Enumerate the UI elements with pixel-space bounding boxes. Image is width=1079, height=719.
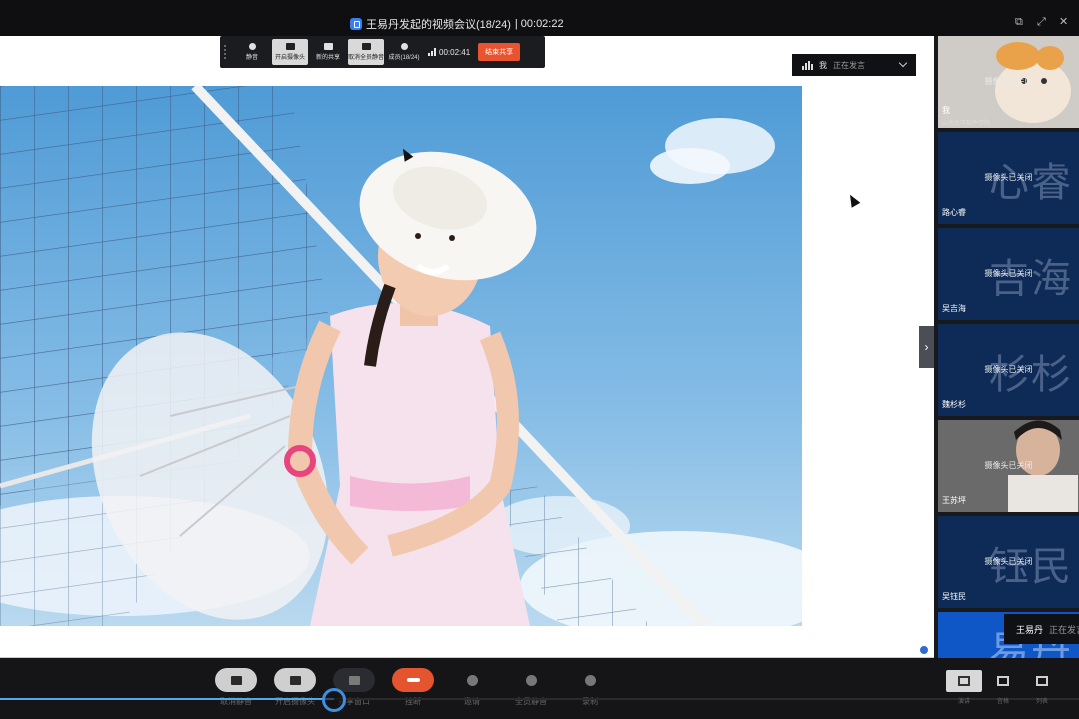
camera-off-text: 摄像头已关闭 (984, 77, 1033, 86)
participant-tile[interactable]: 心睿 摄像头已关闭 路心睿 (938, 132, 1079, 224)
view-speaker-button[interactable] (946, 670, 982, 692)
hangup-icon (406, 678, 420, 682)
fullscreen-icon[interactable]: ⤢ (1037, 17, 1047, 28)
progress-knob[interactable] (322, 688, 346, 712)
title-bar: 王易丹发起的视频会议(18/24) | 00:02:22 ⧉ ⤢ ✕ (0, 0, 1079, 36)
shield-icon (350, 18, 362, 30)
speaker-view-icon (958, 676, 970, 686)
close-icon[interactable]: ✕ (1059, 17, 1069, 28)
window-title: 王易丹发起的视频会议(18/24) | 00:02:22 (350, 16, 564, 32)
share-window-icon (348, 675, 360, 685)
camera-icon (285, 43, 295, 50)
toolbar-unmute-all-button[interactable]: 取消全员静音 (348, 39, 384, 65)
audio-level-icon (802, 60, 813, 70)
invite-button[interactable] (451, 668, 493, 692)
status-dot-icon (918, 644, 930, 656)
progress-fill (0, 698, 334, 700)
participant-name: 路心睿 (942, 208, 966, 217)
view-speaker-label: 演讲 (957, 699, 971, 705)
camera-off-text: 摄像头已关闭 (984, 461, 1033, 470)
elapsed-time: | 00:02:22 (514, 18, 564, 30)
speaker-name: 王易丹 (1016, 624, 1044, 635)
share-icon (323, 43, 333, 50)
participant-name: 魏杉杉 (942, 400, 966, 409)
mute-all-button[interactable] (510, 668, 552, 692)
invite-icon (466, 674, 478, 686)
hangup-button[interactable] (392, 668, 434, 692)
speaker-popup: 王易丹 正在发言 (1004, 614, 1079, 644)
participant-tile[interactable]: 摄像头已关闭 我 山东大学软件学院 (938, 36, 1079, 128)
camera-off-text: 摄像头已关闭 (984, 173, 1033, 182)
members-icon (400, 43, 408, 50)
chevron-down-icon (898, 58, 908, 68)
speaker-status: 正在发言 (1049, 624, 1079, 635)
toolbar-mute-button[interactable]: 静音 (234, 39, 270, 65)
view-grid-label: 宫格 (996, 699, 1010, 705)
end-share-button[interactable]: 结束共享 (478, 43, 521, 61)
unmute-button[interactable] (215, 668, 257, 692)
chevron-right-icon: › (924, 340, 929, 354)
shared-photo (0, 86, 802, 626)
camera-icon (289, 675, 301, 685)
shared-screen-area (0, 36, 934, 658)
camera-off-text: 摄像头已关闭 (984, 557, 1033, 566)
toolbar-new-share-label: 新的共享 (315, 55, 340, 61)
participant-tile[interactable]: 吉海 摄像头已关闭 吴吉海 (938, 228, 1079, 320)
record-icon (584, 674, 596, 686)
camera-off-text: 摄像头已关闭 (984, 269, 1033, 278)
window-title-text: 王易丹发起的视频会议(18/24) (366, 19, 511, 31)
toolbar-timer: 00:02:41 (428, 48, 470, 57)
toolbar-unmute-all-label: 取消全员静音 (348, 55, 385, 61)
participant-panel: 摄像头已关闭 我 山东大学软件学院 心睿 摄像头已关闭 路心睿 吉海 摄像头已关… (934, 36, 1079, 658)
camera-off-text: 摄像头已关闭 (984, 365, 1033, 374)
participant-name: 王苏坪 (942, 496, 966, 505)
record-button[interactable] (569, 668, 611, 692)
participant-name: 吴钰民 (942, 592, 966, 601)
drag-handle-icon[interactable] (224, 45, 228, 59)
signal-icon (428, 48, 436, 56)
bottom-toolbar: 取消静音 开启摄像头 共享窗口 挂断 邀请 全员静音 录制 演讲 宫格 列表 (0, 658, 1079, 719)
toolbar-timer-text: 00:02:41 (439, 47, 471, 57)
toolbar-camera-label: 开启摄像头 (274, 55, 305, 61)
share-toolbar: 静音 开启摄像头 新的共享 取消全员静音 成员(18/24) 00:02:41 … (220, 36, 545, 68)
window-controls: ⧉ ⤢ ✕ (1015, 17, 1069, 28)
mute-all-icon (525, 674, 537, 686)
toolbar-mute-label: 静音 (245, 55, 258, 61)
panel-toggle-button[interactable]: › (919, 326, 934, 368)
participant-org: 山东大学软件学院 (942, 121, 991, 127)
participant-tile[interactable]: 摄像头已关闭 王苏坪 (938, 420, 1079, 512)
popout-icon[interactable]: ⧉ (1015, 17, 1025, 28)
mic-off-icon (230, 675, 242, 685)
participant-name: 吴吉海 (942, 304, 966, 313)
list-view-icon (1036, 676, 1048, 686)
view-list-label: 列表 (1035, 699, 1049, 705)
camera-button[interactable] (274, 668, 316, 692)
view-grid-button[interactable] (985, 670, 1021, 692)
unmute-all-icon (361, 43, 371, 50)
view-list-button[interactable] (1024, 670, 1060, 692)
toolbar-new-share-button[interactable]: 新的共享 (310, 39, 346, 65)
toolbar-members-button[interactable]: 成员(18/24) (386, 39, 422, 65)
toolbar-camera-button[interactable]: 开启摄像头 (272, 39, 308, 65)
speaking-name: 我 (819, 60, 827, 70)
participant-tile[interactable]: 钰民 摄像头已关闭 吴钰民 (938, 516, 1079, 608)
speaking-status: 正在发言 (833, 60, 865, 70)
participant-name: 我 (942, 106, 950, 115)
speaking-indicator[interactable]: 我 正在发言 (792, 54, 916, 76)
grid-view-icon (997, 676, 1009, 686)
mic-icon (248, 43, 256, 50)
toolbar-members-label: 成员(18/24) (388, 55, 420, 61)
participant-tile[interactable]: 杉杉 摄像头已关闭 魏杉杉 (938, 324, 1079, 416)
